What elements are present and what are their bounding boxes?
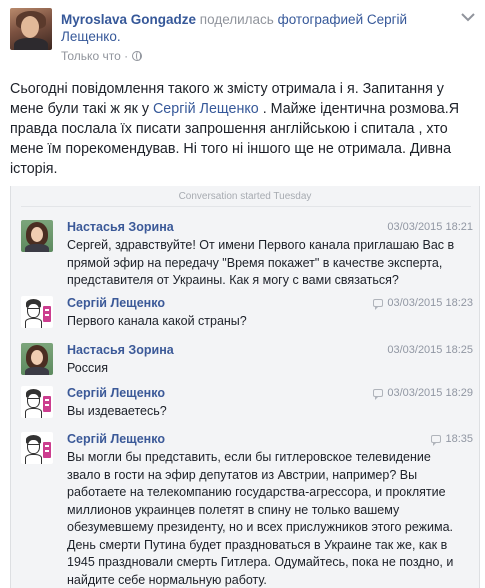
- divider: [21, 206, 471, 207]
- message-text: Сергей, здравствуйте! От имени Первого к…: [67, 238, 455, 287]
- shared-photo[interactable]: Conversation started Tuesday Настасья Зо…: [10, 186, 480, 588]
- sender-avatar: [21, 432, 53, 464]
- post-meta: Только что ·: [61, 49, 143, 63]
- post-header: Myroslava Gongadze поделилась фотографие…: [0, 0, 485, 72]
- message-time-text: 03/03/2015 18:29: [387, 387, 473, 399]
- message-time-text: 03/03/2015 18:21: [387, 221, 473, 233]
- shared-text: поделилась: [196, 12, 278, 27]
- message-text: Вы могли бы представить, если бы гитлеро…: [67, 450, 454, 587]
- sender-avatar: [21, 386, 53, 418]
- chevron-down-icon[interactable]: [461, 12, 475, 22]
- sender-name: Сергій Лещенко: [67, 386, 165, 400]
- message-icon: [431, 435, 442, 446]
- sender-avatar: [21, 343, 53, 375]
- sender-avatar: [21, 296, 53, 328]
- message-icon: [373, 389, 384, 400]
- message-text: Первого канала какой страны?: [67, 314, 247, 328]
- message-time: 03/03/2015 18:29: [373, 387, 473, 400]
- author-avatar[interactable]: [10, 8, 52, 50]
- post-timestamp[interactable]: Только что ·: [61, 49, 128, 63]
- message-icon: [373, 299, 384, 310]
- sender-name: Настасья Зорина: [67, 343, 174, 357]
- author-name-link[interactable]: Myroslava Gongadze: [61, 12, 196, 27]
- sender-name: Сергій Лещенко: [67, 296, 165, 310]
- message-time: 03/03/2015 18:21: [387, 221, 473, 233]
- post-body: Сьогодні повідомлення такого ж змісту от…: [10, 79, 480, 179]
- post-header-line: Myroslava Gongadze поделилась фотографие…: [61, 11, 407, 28]
- message-text: Россия: [67, 361, 108, 375]
- mention-link[interactable]: Сергій Лещенко: [153, 101, 259, 117]
- sender-name: Настасья Зорина: [67, 220, 174, 234]
- message-time-text: 18:35: [445, 433, 473, 445]
- shared-photo-link-continued[interactable]: Лещенко.: [61, 29, 121, 44]
- message-time-text: 03/03/2015 18:25: [387, 344, 473, 356]
- conversation-started-label: Conversation started Tuesday: [178, 191, 312, 202]
- sender-name: Сергій Лещенко: [67, 432, 165, 446]
- message-time: 03/03/2015 18:25: [387, 344, 473, 356]
- globe-icon[interactable]: [132, 51, 143, 61]
- message-text: Вы издеваетесь?: [67, 404, 167, 418]
- shared-photo-link[interactable]: фотографией Сергій: [278, 12, 407, 27]
- message-time: 03/03/2015 18:23: [373, 297, 473, 310]
- message-time-text: 03/03/2015 18:23: [387, 297, 473, 309]
- sender-avatar: [21, 220, 53, 252]
- message-time: 18:35: [431, 433, 473, 446]
